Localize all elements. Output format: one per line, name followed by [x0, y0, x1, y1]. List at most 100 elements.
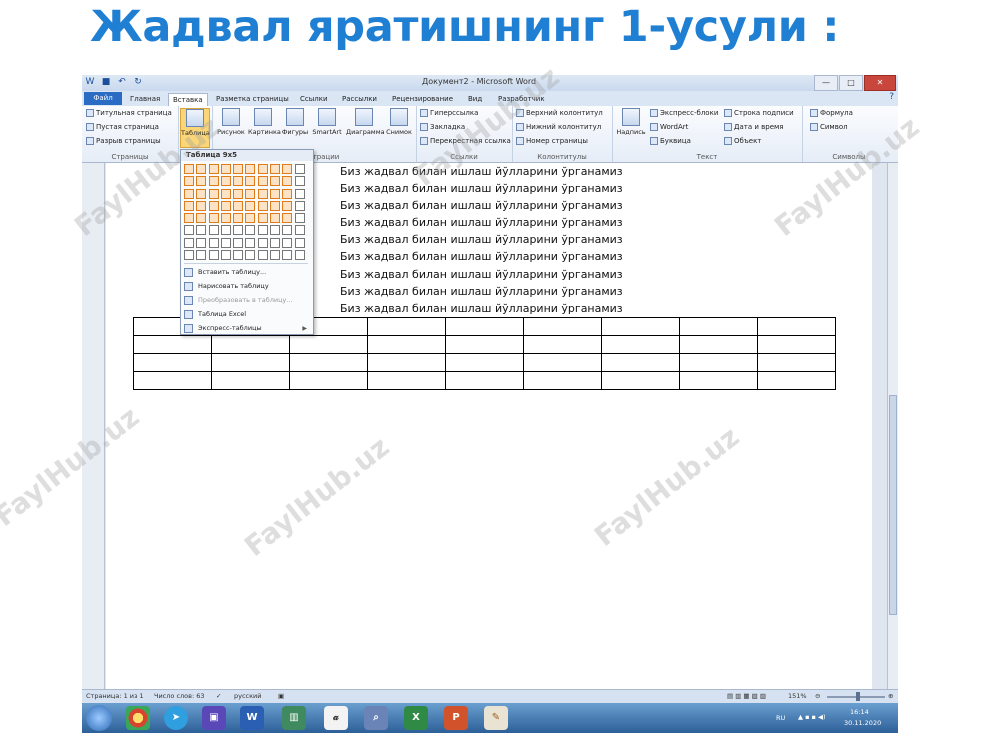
table-cell[interactable]	[289, 353, 368, 372]
help-icon[interactable]: ?	[889, 92, 894, 102]
table-cell[interactable]	[523, 371, 602, 390]
table-cell[interactable]	[601, 335, 680, 354]
table-grid-cell[interactable]	[233, 225, 244, 236]
blank-page-button[interactable]: Пустая страница	[86, 123, 159, 131]
textbox-button[interactable]: Надпись	[616, 108, 646, 148]
table-grid-cell[interactable]	[245, 176, 256, 187]
quick-tables-item[interactable]: Экспресс-таблицы ▶	[184, 322, 310, 335]
shapes-button[interactable]: Фигуры	[280, 108, 310, 148]
table-grid-cell[interactable]	[282, 188, 293, 199]
table-cell[interactable]	[133, 353, 212, 372]
zoom-slider-knob[interactable]	[856, 692, 860, 701]
macro-icon[interactable]: ▣	[278, 692, 284, 700]
table-grid-cell[interactable]	[233, 237, 244, 248]
table-grid-cell[interactable]	[220, 225, 231, 236]
table-grid-cell[interactable]	[257, 176, 268, 187]
footer-button[interactable]: Нижний колонтитул	[516, 123, 601, 131]
table-grid-cell[interactable]	[257, 213, 268, 224]
table-grid-cell[interactable]	[233, 164, 244, 174]
table-cell[interactable]	[367, 353, 446, 372]
table-grid-cell[interactable]	[196, 213, 207, 224]
powerpoint-icon[interactable]: P	[444, 706, 468, 730]
table-grid-cell[interactable]	[220, 250, 231, 261]
save-icon[interactable]: ■	[100, 76, 112, 88]
table-grid-cell[interactable]	[294, 176, 305, 187]
table-grid-cell[interactable]	[294, 237, 305, 248]
close-button[interactable]: ✕	[864, 75, 896, 91]
table-grid-cell[interactable]	[196, 237, 207, 248]
table-grid-cell[interactable]	[294, 225, 305, 236]
document-text[interactable]: Биз жадвал билан ишлаш йўлларини ўрганам…	[340, 163, 623, 317]
table-grid-cell[interactable]	[233, 188, 244, 199]
tab-page-layout[interactable]: Разметка страницы	[212, 93, 293, 105]
table-grid-cell[interactable]	[282, 176, 293, 187]
tab-insert[interactable]: Вставка	[168, 93, 208, 106]
tab-developer[interactable]: Разработчик	[494, 93, 549, 105]
table-grid-cell[interactable]	[270, 176, 281, 187]
table-cell[interactable]	[289, 335, 368, 354]
table-grid-cell[interactable]	[233, 250, 244, 261]
table-grid-cell[interactable]	[282, 200, 293, 211]
table-grid-cell[interactable]	[270, 188, 281, 199]
table-grid-cell[interactable]	[220, 176, 231, 187]
table-grid-cell[interactable]	[270, 237, 281, 248]
tab-view[interactable]: Вид	[464, 93, 486, 105]
word-icon[interactable]: W	[240, 706, 264, 730]
table-grid-cell[interactable]	[270, 250, 281, 261]
table-grid-cell[interactable]	[270, 164, 281, 174]
table-cell[interactable]	[601, 371, 680, 390]
table-grid-cell[interactable]	[257, 237, 268, 248]
page-count[interactable]: Страница: 1 из 1	[86, 692, 144, 700]
tab-review[interactable]: Рецензирование	[388, 93, 457, 105]
table-grid-cell[interactable]	[257, 164, 268, 174]
table-grid-cell[interactable]	[294, 164, 305, 174]
table-grid-cell[interactable]	[270, 213, 281, 224]
table-grid-cell[interactable]	[184, 176, 194, 187]
table-cell[interactable]	[367, 371, 446, 390]
table-grid-cell[interactable]	[208, 188, 219, 199]
table-grid-cell[interactable]	[220, 237, 231, 248]
table-grid-cell[interactable]	[208, 237, 219, 248]
table-grid-cell[interactable]	[184, 250, 194, 261]
excel-table-item[interactable]: Таблица Excel	[184, 308, 310, 321]
excel-icon[interactable]: X	[404, 706, 428, 730]
table-cell[interactable]	[211, 371, 290, 390]
smartart-button[interactable]: SmartArt	[312, 108, 342, 148]
picture-button[interactable]: Рисунок	[216, 108, 246, 148]
table-button[interactable]: Таблица	[180, 108, 210, 148]
hyperlink-button[interactable]: Гиперссылка	[420, 109, 478, 117]
table-grid-cell[interactable]	[208, 250, 219, 261]
start-button[interactable]	[86, 705, 112, 731]
table-grid-cell[interactable]	[257, 188, 268, 199]
table-cell[interactable]	[757, 335, 836, 354]
table-grid-cell[interactable]	[245, 237, 256, 248]
table-grid-cell[interactable]	[270, 200, 281, 211]
table-grid-cell[interactable]	[196, 225, 207, 236]
table-cell[interactable]	[679, 371, 758, 390]
table-cell[interactable]	[445, 317, 524, 336]
table-grid-cell[interactable]	[270, 225, 281, 236]
table-cell[interactable]	[211, 353, 290, 372]
table-grid-cell[interactable]	[208, 213, 219, 224]
object-button[interactable]: Объект	[724, 137, 761, 145]
signature-line-button[interactable]: Строка подписи	[724, 109, 794, 117]
table-grid-picker[interactable]	[184, 164, 306, 261]
table-grid-cell[interactable]	[196, 250, 207, 261]
word-count[interactable]: Число слов: 63	[154, 692, 205, 700]
vertical-scrollbar[interactable]	[887, 163, 898, 689]
table-grid-cell[interactable]	[245, 225, 256, 236]
scrollbar-thumb[interactable]	[889, 395, 897, 615]
table-grid-cell[interactable]	[282, 164, 293, 174]
table-cell[interactable]	[523, 353, 602, 372]
page-number-button[interactable]: Номер страницы	[516, 137, 588, 145]
table-grid-cell[interactable]	[208, 225, 219, 236]
table-grid-cell[interactable]	[184, 188, 194, 199]
table-grid-cell[interactable]	[233, 213, 244, 224]
clock-time[interactable]: 16:14	[850, 708, 869, 716]
zoom-out-icon[interactable]: ⊖	[815, 692, 820, 700]
table-grid-cell[interactable]	[294, 250, 305, 261]
tab-mailings[interactable]: Рассылки	[338, 93, 381, 105]
table-grid-cell[interactable]	[184, 164, 194, 174]
table-grid-cell[interactable]	[282, 225, 293, 236]
header-button[interactable]: Верхний колонтитул	[516, 109, 603, 117]
